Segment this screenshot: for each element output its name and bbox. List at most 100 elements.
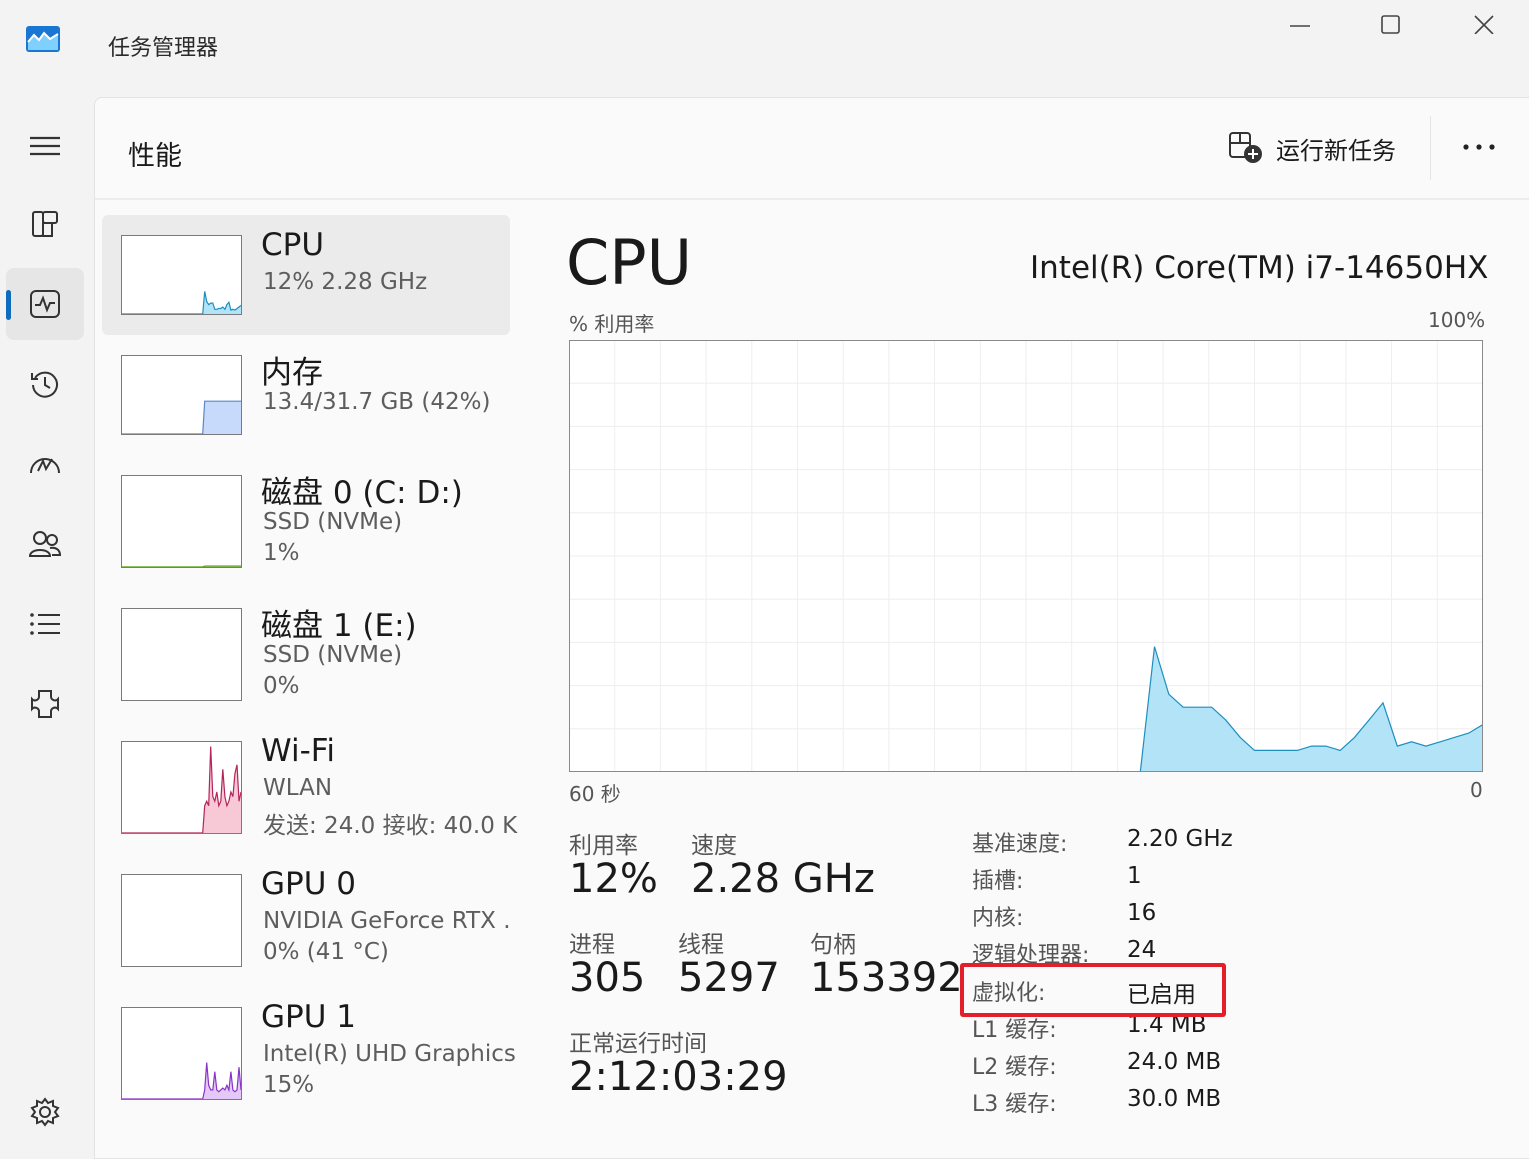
handles-label: 句柄 [810,932,856,958]
spec-cores-label: 内核: [972,906,1024,931]
performance-icon [30,290,60,318]
resource-gpu-0[interactable]: GPU 0 NVIDIA GeForce RTX . 0% (41 °C) [102,857,511,982]
nav-startup-apps[interactable] [6,428,84,500]
virtualization-highlight-box [960,963,1226,1017]
processes-icon [32,211,58,237]
details-icon [30,613,60,635]
detail-title: CPU [566,226,693,299]
mini-graph-area [122,746,241,833]
resource-line-2: 发送: 24.0 接收: 40.0 K [263,813,518,839]
mini-graph-area [122,291,241,314]
run-new-task-label: 运行新任务 [1276,136,1396,165]
nav-users[interactable] [6,508,84,580]
handles-value: 153392 [810,955,963,1001]
spec-cores-value: 16 [1127,900,1157,926]
more-options-button[interactable] [1454,128,1504,166]
nav-menu-button[interactable] [6,110,84,182]
resource-line-2: 15% [263,1072,315,1098]
toolbar-divider [1430,116,1431,180]
minimize-icon [1290,25,1310,27]
resource-name: GPU 1 [261,999,356,1035]
cpu-utilization-graph [569,340,1484,776]
page-title: 性能 [128,141,182,172]
mini-graph-area [122,401,241,434]
resource-line-1: SSD (NVMe) [263,509,403,535]
app-history-icon [31,371,58,398]
processes-value: 305 [569,955,646,1001]
resource-memory[interactable]: 内存 13.4/31.7 GB (42%) [102,337,510,457]
spec-sockets-label: 插槽: [972,869,1024,894]
resource-disk-1[interactable]: 磁盘 1 (E:) SSD (NVMe) 0% [102,591,510,716]
resource-line-1: 12% 2.28 GHz [263,269,428,295]
threads-label: 线程 [678,932,724,958]
mini-graph-line [122,565,241,567]
nav-settings[interactable] [6,1076,84,1148]
spec-logical-processors-value: 24 [1127,937,1157,963]
speed-label: 速度 [691,833,737,859]
resource-disk-0[interactable]: 磁盘 0 (C: D:) SSD (NVMe) 1% [102,458,510,583]
uptime-label: 正常运行时间 [569,1031,707,1057]
window-title: 任务管理器 [108,36,219,61]
gpu-0-mini-graph [121,874,242,967]
resource-name: 磁盘 0 (C: D:) [261,475,463,511]
resource-gpu-1[interactable]: GPU 1 Intel(R) UHD Graphics 15% [102,990,516,1115]
nav-performance[interactable] [6,268,84,340]
nav-services[interactable] [6,668,84,740]
resource-name: Wi-Fi [261,733,335,769]
uptime-value: 2:12:03:29 [569,1054,788,1100]
task-manager-icon [26,26,60,52]
wifi-mini-graph [121,741,242,834]
spec-l2-cache-value: 24.0 MB [1127,1049,1222,1075]
processes-label: 进程 [569,932,615,958]
cpu-mini-graph [121,235,242,315]
threads-value: 5297 [678,955,780,1001]
run-new-task-button[interactable]: 运行新任务 [1228,124,1396,172]
users-icon [28,531,62,557]
cpu-model-name: Intel(R) Core(TM) i7-14650HX [1030,250,1489,286]
run-new-task-icon [1229,132,1262,163]
services-icon [31,690,59,718]
nav-processes[interactable] [6,188,84,260]
spec-l2-cache-label: L2 缓存: [972,1055,1057,1080]
resource-line-2: 0% (41 °C) [263,939,389,965]
spec-base-speed-value: 2.20 GHz [1127,826,1233,852]
resource-line-1: SSD (NVMe) [263,642,403,668]
close-button[interactable] [1461,8,1507,38]
resource-line-1: NVIDIA GeForce RTX . [263,908,511,934]
utilization-value: 12% [569,856,658,902]
minimize-button[interactable] [1277,8,1323,38]
spec-l3-cache-label: L3 缓存: [972,1092,1057,1117]
resource-cpu[interactable]: CPU 12% 2.28 GHz [102,215,510,335]
resource-name: GPU 0 [261,866,356,902]
memory-mini-graph [121,355,242,435]
nav-active-indicator [6,290,11,320]
nav-app-history[interactable] [6,348,84,420]
graph-y-max: 100% [1428,308,1486,332]
resource-name: 磁盘 1 (E:) [261,608,417,644]
mini-graph-area [122,1062,241,1099]
maximize-icon [1381,15,1400,34]
spec-sockets-value: 1 [1127,863,1142,889]
more-options-icon [1463,144,1495,150]
resource-wifi[interactable]: Wi-Fi WLAN 发送: 24.0 接收: 40.0 K [102,724,517,849]
gpu-1-mini-graph [121,1007,242,1100]
speed-value: 2.28 GHz [691,856,875,902]
maximize-button[interactable] [1368,8,1414,38]
graph-y-label: % 利用率 [569,312,655,336]
resource-line-1: 13.4/31.7 GB (42%) [263,389,491,415]
graph-x-min-label: 0 [1470,778,1483,802]
resource-line-2: 1% [263,540,300,566]
close-icon [1474,15,1494,34]
disk-1-mini-graph [121,608,242,701]
resource-name: 内存 [261,355,323,391]
utilization-label: 利用率 [569,833,638,859]
nav-details[interactable] [6,588,84,660]
header-divider [95,198,1529,200]
gear-icon [30,1097,60,1127]
graph-time-span-label: 60 秒 [569,782,621,806]
resource-line-2: 0% [263,673,300,699]
hamburger-icon [30,136,60,156]
spec-l3-cache-value: 30.0 MB [1127,1086,1222,1112]
disk-0-mini-graph [121,475,242,568]
spec-base-speed-label: 基准速度: [972,832,1068,857]
